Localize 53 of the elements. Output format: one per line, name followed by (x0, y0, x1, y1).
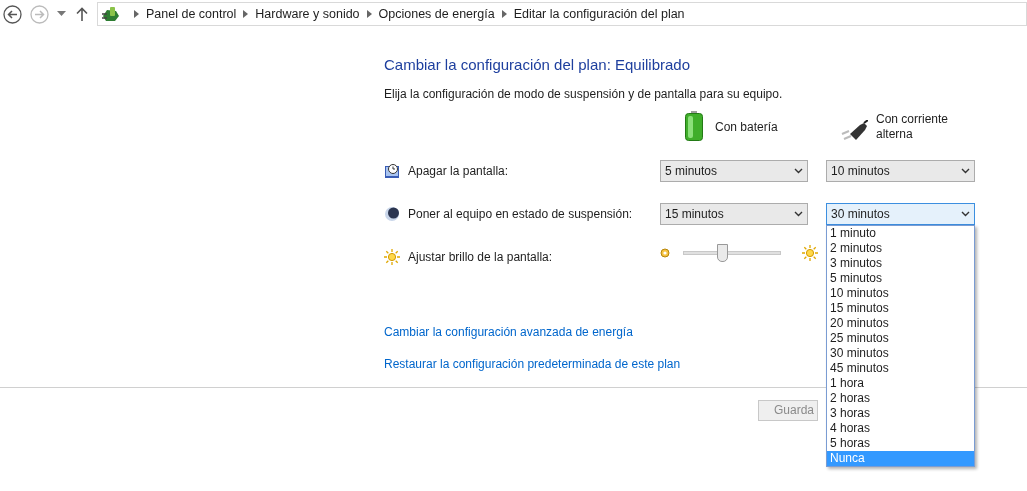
moon-icon (384, 206, 400, 222)
dropdown-option[interactable]: 3 horas (827, 406, 974, 421)
up-arrow-icon[interactable] (76, 7, 88, 21)
dropdown-option[interactable]: 4 horas (827, 421, 974, 436)
chevron-down-icon (794, 211, 803, 217)
battery-icon (685, 110, 703, 141)
caret-icon[interactable] (57, 11, 66, 17)
dropdown-option[interactable]: 5 minutos (827, 271, 974, 286)
dropdown-option[interactable]: 20 minutos (827, 316, 974, 331)
dropdown-option[interactable]: 45 minutos (827, 361, 974, 376)
sun-icon (384, 249, 400, 265)
description-text: Elija la configuración de modo de suspensión y de pantalla para su equipo. (384, 85, 784, 103)
dropdown-select[interactable]: 10 minutos (826, 160, 975, 182)
page-title: Cambiar la configuración del plan: Equilibrado (384, 55, 691, 75)
dropdown-option[interactable]: 30 minutos (827, 346, 974, 361)
dropdown-select[interactable]: 15 minutos (660, 203, 808, 225)
chevron-icon[interactable] (134, 10, 139, 18)
link[interactable]: Cambiar la configuración avanzada de energía (384, 322, 633, 341)
power-options-icon (101, 5, 121, 23)
dropdown-option[interactable]: 15 minutos (827, 301, 974, 316)
chevron-down-icon (961, 211, 970, 217)
dropdown-select[interactable]: 30 minutos (826, 203, 975, 225)
dropdown-option[interactable]: 2 minutos (827, 241, 974, 256)
dropdown-option[interactable]: 3 minutos (827, 256, 974, 271)
chevron-icon[interactable] (366, 10, 372, 18)
link[interactable]: Restaurar la configuración predeterminada de este plan (384, 354, 681, 373)
breadcrumb-item[interactable]: Editar la configuración del plan (513, 4, 685, 24)
dropdown-option[interactable]: 5 horas (827, 436, 974, 451)
dropdown-option[interactable]: 25 minutos (827, 331, 974, 346)
breadcrumb-item[interactable]: Opciones de energía (378, 4, 495, 24)
dim-sun-icon (660, 248, 670, 258)
chevron-icon[interactable] (501, 10, 507, 18)
back-icon[interactable] (3, 4, 22, 24)
column-header: Con corriente alterna (876, 110, 950, 142)
chevron-down-icon (961, 168, 970, 174)
bright-sun-icon (802, 245, 818, 261)
dropdown-option[interactable]: 1 minuto (827, 226, 974, 241)
power-plug-icon (840, 119, 868, 142)
dropdown-option[interactable]: 2 horas (827, 391, 974, 406)
column-header: Con batería (715, 118, 778, 136)
slider-thumb[interactable] (717, 244, 729, 262)
setting-label: Ajustar brillo de la pantalla: (408, 249, 553, 266)
dropdown-option[interactable]: 10 minutos (827, 286, 974, 301)
chevron-icon[interactable] (243, 10, 249, 18)
chevron-down-icon (794, 168, 803, 174)
dropdown-option[interactable]: 1 hora (827, 376, 974, 391)
breadcrumb-item[interactable]: Hardware y sonido (255, 4, 360, 24)
address-bar[interactable]: Panel de control Hardware y sonido Opciones de energía Editar la configuración del plan (97, 2, 1027, 26)
setting-label: Poner al equipo en estado de suspensión: (408, 206, 633, 223)
dropdown-select[interactable]: 5 minutos (660, 160, 808, 182)
setting-label: Apagar la pantalla: (408, 163, 509, 180)
breadcrumb-item[interactable]: Panel de control (146, 4, 237, 24)
monitor-clock-icon (384, 163, 400, 179)
